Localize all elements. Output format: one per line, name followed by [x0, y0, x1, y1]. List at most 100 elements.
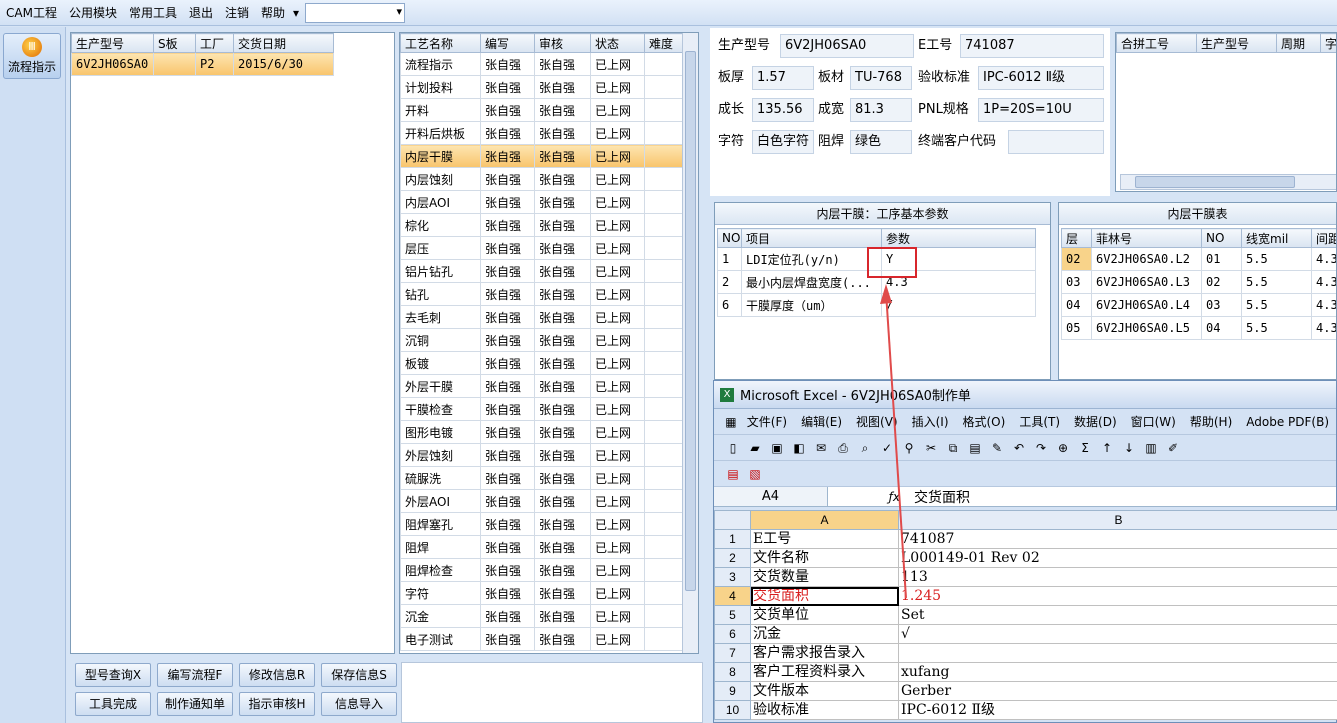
char-field[interactable]: 白色字符 — [752, 130, 814, 154]
process-row[interactable]: 层压 张自强 张自强 已上网 — [400, 236, 683, 260]
hyperlink-icon[interactable]: ⊕ — [1055, 440, 1071, 456]
redo-icon[interactable]: ↷ — [1033, 440, 1049, 456]
import-info-button[interactable]: 信息导入 — [321, 692, 397, 716]
spelling-icon[interactable]: ✓ — [879, 440, 895, 456]
cell-b[interactable]: √ — [898, 624, 1337, 644]
process-row[interactable]: 干膜检查 张自强 张自强 已上网 — [400, 397, 683, 421]
process-row[interactable]: 板镀 张自强 张自强 已上网 — [400, 351, 683, 375]
process-col-header[interactable]: 审核 — [534, 33, 591, 53]
film-col-header[interactable]: NO — [1201, 228, 1242, 248]
model-field[interactable]: 6V2JH06SA0 — [780, 34, 914, 58]
process-row[interactable]: 外层蚀刻 张自强 张自强 已上网 — [400, 443, 683, 467]
film-col-header[interactable]: 线宽mil — [1241, 228, 1312, 248]
sort-asc-icon[interactable]: ↑ — [1099, 440, 1115, 456]
length-field[interactable]: 135.56 — [752, 98, 814, 122]
param-col-header[interactable]: 参数 — [881, 228, 1036, 248]
excel-menu-item[interactable]: 工具(T) — [1012, 413, 1067, 430]
mask-field[interactable]: 绿色 — [850, 130, 912, 154]
process-col-header[interactable]: 状态 — [590, 33, 645, 53]
process-row[interactable]: 去毛刺 张自强 张自强 已上网 — [400, 305, 683, 329]
permission-icon[interactable]: ◧ — [791, 440, 807, 456]
process-row[interactable]: 开料 张自强 张自强 已上网 — [400, 98, 683, 122]
merge-col-header[interactable]: 周期 — [1276, 33, 1321, 53]
cell-b[interactable]: Set — [898, 605, 1337, 625]
make-notice-button[interactable]: 制作通知单 — [157, 692, 233, 716]
cell-b[interactable]: 741087 — [898, 529, 1337, 549]
film-row[interactable]: 04 6V2JH06SA0.L4 03 5.5 4.3 — [1061, 293, 1336, 317]
process-row[interactable]: 阻焊检查 张自强 张自强 已上网 — [400, 558, 683, 582]
eno-field[interactable]: 741087 — [960, 34, 1104, 58]
standard-field[interactable]: IPC-6012 Ⅱ级 — [978, 66, 1104, 90]
process-scrollbar[interactable] — [682, 33, 698, 653]
cell-b[interactable]: Gerber — [898, 681, 1337, 701]
order-col-header[interactable]: S板 — [153, 33, 196, 53]
cell-a[interactable]: 交货数量 — [750, 567, 899, 587]
row-header[interactable]: 2 — [714, 548, 751, 568]
write-flow-button[interactable]: 编写流程F — [157, 663, 233, 687]
research-icon[interactable]: ⚲ — [901, 440, 917, 456]
open-icon[interactable]: ▰ — [747, 440, 763, 456]
process-col-header[interactable]: 难度 — [644, 33, 683, 53]
chart-icon[interactable]: ▥ — [1143, 440, 1159, 456]
paste-icon[interactable]: ▤ — [967, 440, 983, 456]
row-header[interactable]: 4 — [714, 586, 751, 606]
excel-menu-item[interactable]: 窗口(W) — [1124, 413, 1183, 430]
process-row[interactable]: 内层AOI 张自强 张自强 已上网 — [400, 190, 683, 214]
name-box[interactable]: A4 — [714, 487, 828, 506]
row-header[interactable]: 7 — [714, 643, 751, 663]
process-row[interactable]: 开料后烘板 张自强 张自强 已上网 — [400, 121, 683, 145]
row-header[interactable]: 9 — [714, 681, 751, 701]
autosum-icon[interactable]: Σ — [1077, 440, 1093, 456]
merge-col-header[interactable]: 字 — [1320, 33, 1336, 53]
row-header[interactable]: 3 — [714, 567, 751, 587]
process-row[interactable]: 计划投料 张自强 张自强 已上网 — [400, 75, 683, 99]
col-header-b[interactable]: B — [898, 510, 1337, 530]
drawing-icon[interactable]: ✐ — [1165, 440, 1181, 456]
cell-a[interactable]: E工号 — [750, 529, 899, 549]
cell-a[interactable]: 交货单位 — [750, 605, 899, 625]
process-row[interactable]: 电子测试 张自强 张自强 已上网 — [400, 627, 683, 651]
menu-common-module[interactable]: 公用模块 — [63, 4, 123, 21]
thickness-field[interactable]: 1.57 — [752, 66, 814, 90]
menu-exit[interactable]: 退出 — [183, 4, 219, 21]
cell-a[interactable]: 验收标准 — [750, 700, 899, 720]
merge-hscrollbar[interactable] — [1120, 174, 1336, 190]
film-row[interactable]: 03 6V2JH06SA0.L3 02 5.5 4.3 — [1061, 270, 1336, 294]
menu-overflow-icon[interactable]: ▾ — [291, 6, 301, 20]
process-row[interactable]: 阻焊塞孔 张自强 张自强 已上网 — [400, 512, 683, 536]
process-row[interactable]: 字符 张自强 张自强 已上网 — [400, 581, 683, 605]
row-header[interactable]: 1 — [714, 529, 751, 549]
email-icon[interactable]: ✉ — [813, 440, 829, 456]
cell-a[interactable]: 沉金 — [750, 624, 899, 644]
film-row[interactable]: 02 6V2JH06SA0.L2 01 5.5 4.3 — [1061, 247, 1336, 271]
print-icon[interactable]: ⎙ — [835, 440, 851, 456]
process-col-header[interactable]: 工艺名称 — [400, 33, 481, 53]
param-col-header[interactable]: 项目 — [741, 228, 882, 248]
material-field[interactable]: TU-768 — [850, 66, 912, 90]
process-row[interactable]: 沉金 张自强 张自强 已上网 — [400, 604, 683, 628]
menu-help[interactable]: 帮助 — [255, 4, 291, 21]
cell-b[interactable]: 1.245 — [898, 586, 1337, 606]
flow-indicator-button[interactable]: Ⅲ 流程指示 — [3, 33, 61, 79]
process-row[interactable]: 硫脲洗 张自强 张自强 已上网 — [400, 466, 683, 490]
save-icon[interactable]: ▣ — [769, 440, 785, 456]
process-row[interactable]: 阻焊 张自强 张自强 已上网 — [400, 535, 683, 559]
excel-menu-item[interactable]: Adobe PDF(B) — [1239, 415, 1336, 429]
cell-a[interactable]: 客户需求报告录入 — [750, 643, 899, 663]
process-row[interactable]: 沉铜 张自强 张自强 已上网 — [400, 328, 683, 352]
query-model-button[interactable]: 型号查询X — [75, 663, 151, 687]
modify-info-button[interactable]: 修改信息R — [239, 663, 315, 687]
excel-menu-item[interactable]: 数据(D) — [1067, 413, 1124, 430]
customer-code-field[interactable] — [1008, 130, 1104, 154]
excel-menu-item[interactable]: 帮助(H) — [1183, 413, 1239, 430]
process-row[interactable]: 图形电镀 张自强 张自强 已上网 — [400, 420, 683, 444]
cell-b[interactable]: IPC-6012 Ⅱ级 — [898, 700, 1337, 720]
notes-area[interactable] — [401, 662, 703, 723]
cell-b[interactable]: xufang — [898, 662, 1337, 682]
film-col-header[interactable]: 菲林号 — [1091, 228, 1202, 248]
cut-icon[interactable]: ✂ — [923, 440, 939, 456]
width-field[interactable]: 81.3 — [850, 98, 912, 122]
process-col-header[interactable]: 编写 — [480, 33, 535, 53]
process-scroll-thumb[interactable] — [685, 51, 696, 591]
excel-menu-item[interactable]: 插入(I) — [905, 413, 956, 430]
